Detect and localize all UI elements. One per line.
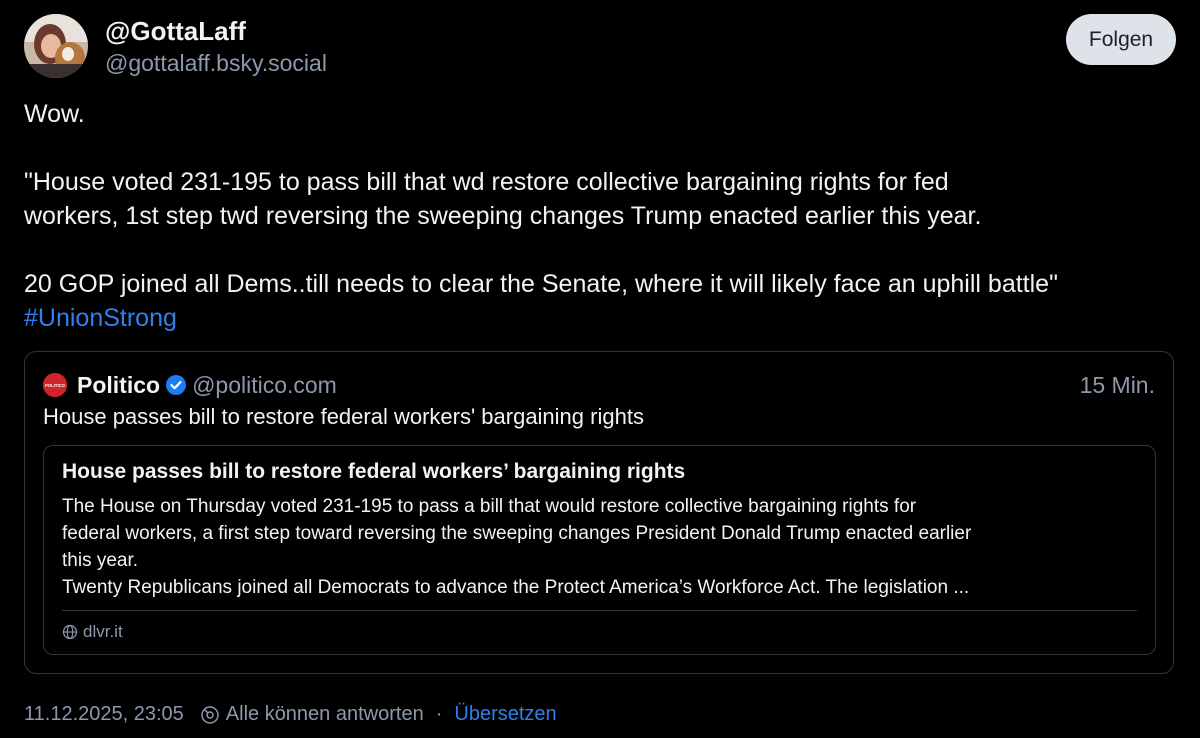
link-card-domain: dlvr.it [62, 622, 123, 642]
link-card-title: House passes bill to restore federal wor… [62, 460, 686, 483]
post-body: Wow. "House voted 231-195 to pass bill t… [24, 97, 1184, 335]
quoted-author-name[interactable]: Politico [77, 372, 160, 399]
post-footer: 11.12.2025, 23:05 Alle können antworten … [24, 703, 557, 726]
globe-icon [62, 624, 78, 640]
author-display-name[interactable]: @GottaLaff [105, 16, 246, 47]
link-card-divider [62, 610, 1137, 611]
post-line: Wow. [24, 100, 85, 128]
post-line: 20 GOP joined all Dems..till needs to cl… [24, 270, 1058, 298]
quoted-post-header: POLITICO Politico @politico.com 15 Min. [43, 370, 1155, 400]
link-card-description-line: The House on Thursday voted 231-195 to p… [62, 496, 917, 517]
quoted-post[interactable]: POLITICO Politico @politico.com 15 Min. … [24, 351, 1174, 674]
post-timestamp[interactable]: 11.12.2025, 23:05 [24, 703, 184, 726]
quoted-post-text: House passes bill to restore federal wor… [43, 404, 644, 429]
link-card-domain-text: dlvr.it [83, 622, 123, 641]
link-card-description: The House on Thursday voted 231-195 to p… [62, 493, 1142, 601]
verified-badge-icon [166, 375, 187, 395]
link-preview-card[interactable]: House passes bill to restore federal wor… [43, 445, 1156, 655]
link-card-description-line: Twenty Republicans joined all Democrats … [62, 577, 970, 598]
translate-link[interactable]: Übersetzen [454, 703, 556, 726]
post-line: "House voted 231-195 to pass bill that w… [24, 168, 949, 196]
quoted-author-handle[interactable]: @politico.com [192, 372, 337, 399]
avatar-image [24, 14, 88, 78]
post-line: workers, 1st step twd reversing the swee… [24, 202, 982, 230]
follow-button[interactable]: Folgen [1066, 14, 1176, 65]
reply-settings-icon [200, 705, 220, 725]
separator-dot: · [435, 703, 443, 725]
svg-text:POLITICO: POLITICO [45, 383, 66, 388]
quoted-post-time[interactable]: 15 Min. [1080, 372, 1155, 399]
hashtag-link[interactable]: #UnionStrong [24, 304, 177, 332]
author-handle[interactable]: @gottalaff.bsky.social [105, 50, 327, 77]
link-card-description-line: this year. [62, 550, 139, 571]
politico-logo-icon: POLITICO [43, 373, 67, 397]
reply-setting-label[interactable]: Alle können antworten [226, 703, 424, 726]
author-avatar[interactable] [24, 14, 88, 78]
link-card-description-line: federal workers, a first step toward rev… [62, 523, 972, 544]
